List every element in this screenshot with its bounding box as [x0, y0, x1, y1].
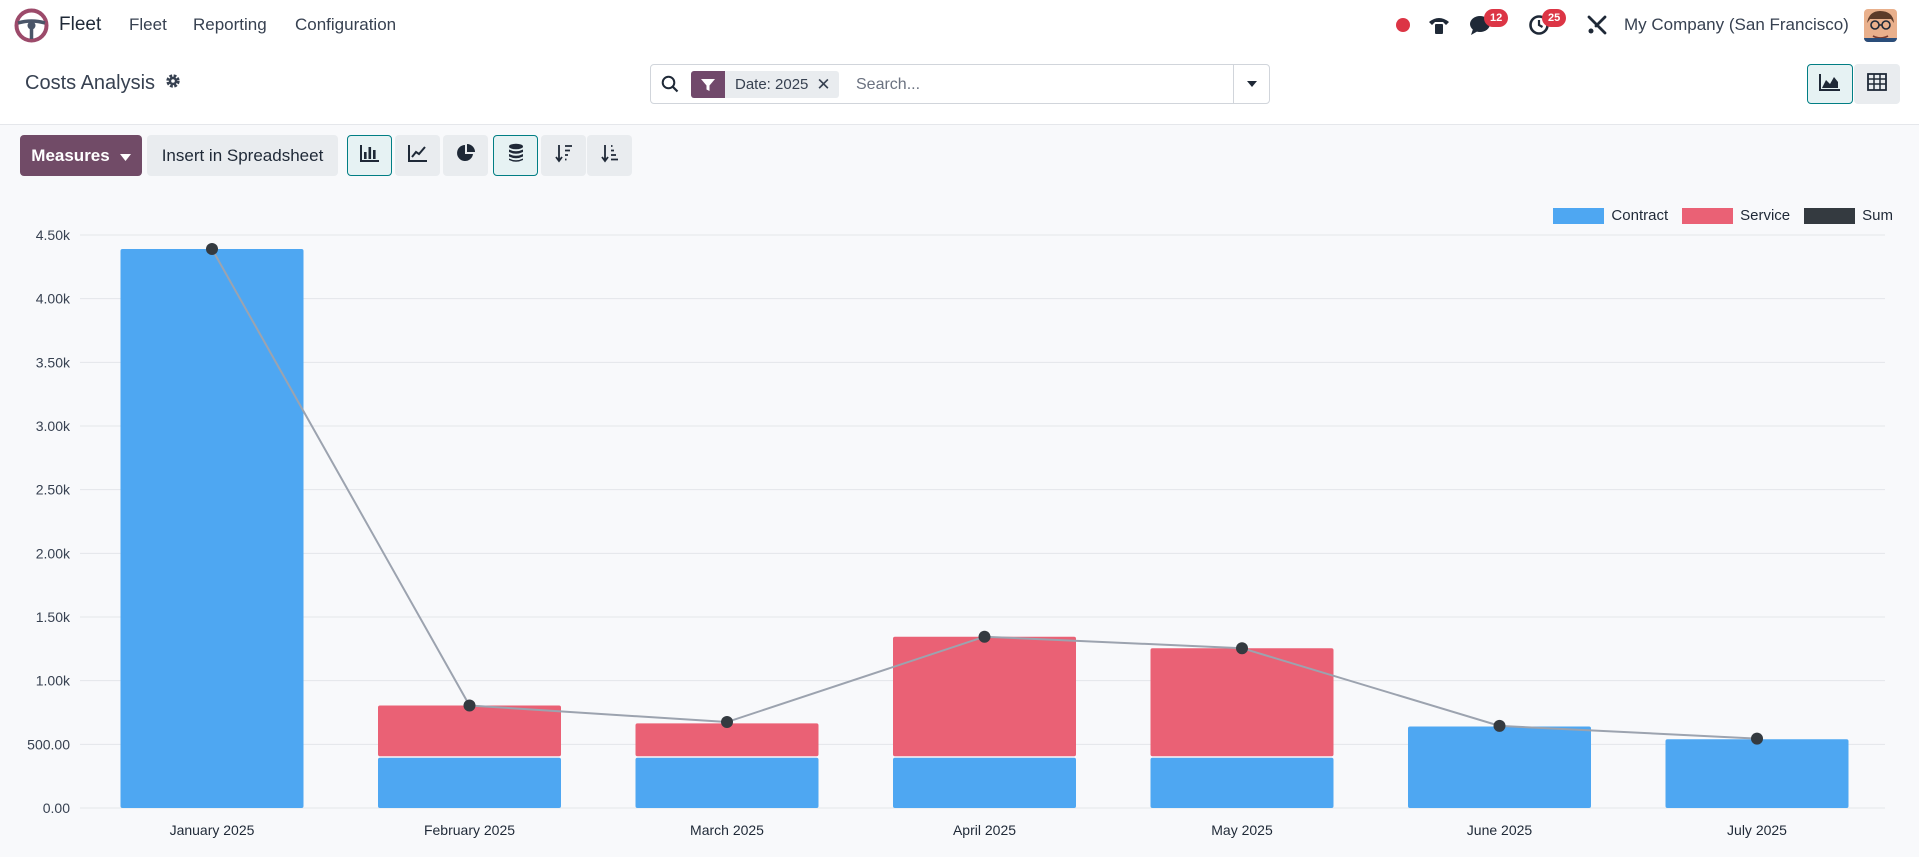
y-tick-label: 1.00k: [36, 673, 71, 689]
phone-icon[interactable]: [1427, 13, 1451, 37]
x-tick-label: May 2025: [1211, 822, 1273, 838]
debug-tools-icon[interactable]: [1586, 13, 1608, 37]
fleet-app-icon[interactable]: [14, 8, 49, 43]
y-tick-label: 1.50k: [36, 609, 71, 625]
remove-facet-button[interactable]: ✕: [816, 75, 838, 95]
x-tick-label: April 2025: [953, 822, 1016, 838]
filter-icon: [691, 71, 725, 98]
activities-count-badge: 25: [1542, 9, 1567, 27]
search-options-toggle[interactable]: [1233, 65, 1269, 103]
y-tick-label: 3.50k: [36, 354, 71, 370]
costs-chart: 0.00 500.00 1.00k 1.50k 2.00k 2.50k 3.00k 3.50k…: [27, 227, 1885, 838]
pivot-view-button[interactable]: [1854, 64, 1900, 104]
x-tick-label: June 2025: [1467, 822, 1533, 838]
y-tick-label: 2.00k: [36, 545, 71, 561]
y-tick-label: 500.00: [27, 736, 70, 752]
bar-contract[interactable]: [893, 757, 1076, 808]
x-tick-label: July 2025: [1727, 822, 1787, 838]
control-panel: Costs Analysis Date: 2025 ✕: [0, 52, 1919, 125]
area-chart-icon: [1819, 73, 1841, 96]
user-avatar[interactable]: [1864, 9, 1897, 42]
y-tick-label: 0.00: [43, 800, 70, 816]
bar-contract[interactable]: [1665, 739, 1849, 808]
x-tick-label: February 2025: [424, 822, 515, 838]
y-tick-label: 2.50k: [36, 482, 71, 498]
company-switcher[interactable]: My Company (San Francisco): [1624, 15, 1849, 35]
bar-contract[interactable]: [378, 757, 561, 808]
filter-facet: Date: 2025 ✕: [691, 71, 839, 98]
sum-point[interactable]: [1236, 642, 1248, 655]
sum-point[interactable]: [206, 243, 218, 256]
graph-main: Measures Insert in Spreadsheet Contract …: [0, 125, 1919, 857]
x-tick-label: March 2025: [690, 822, 764, 838]
messages-count-badge: 12: [1484, 9, 1509, 27]
bar-contract[interactable]: [1408, 726, 1591, 808]
bar-service[interactable]: [635, 723, 819, 757]
graph-view-button[interactable]: [1807, 64, 1853, 104]
breadcrumb: Costs Analysis: [25, 72, 181, 95]
y-tick-label: 4.00k: [36, 291, 71, 307]
sum-point[interactable]: [721, 716, 733, 729]
table-grid-icon: [1867, 72, 1887, 96]
top-navbar: Fleet Fleet Reporting Configuration 12 2…: [0, 0, 1919, 52]
sum-point[interactable]: [978, 630, 991, 643]
search-bar: Date: 2025 ✕: [650, 64, 1270, 104]
search-icon[interactable]: [661, 75, 679, 98]
page-title: Costs Analysis: [25, 72, 156, 94]
bar-contract[interactable]: [120, 249, 304, 809]
menu-reporting[interactable]: Reporting: [193, 15, 267, 35]
filter-facet-label: Date: 2025: [735, 76, 809, 93]
x-tick-label: January 2025: [170, 822, 255, 838]
menu-fleet[interactable]: Fleet: [129, 15, 167, 35]
sum-point[interactable]: [1751, 732, 1763, 745]
record-dot-icon[interactable]: [1395, 13, 1411, 37]
y-tick-label: 4.50k: [36, 227, 71, 243]
bar-contract[interactable]: [635, 757, 819, 808]
app-name[interactable]: Fleet: [59, 14, 101, 36]
bar-service[interactable]: [893, 636, 1076, 757]
bar-contract[interactable]: [1150, 757, 1334, 808]
bar-service[interactable]: [1150, 648, 1334, 757]
gear-icon[interactable]: [165, 72, 181, 95]
y-tick-label: 3.00k: [36, 418, 71, 434]
sum-point[interactable]: [1493, 719, 1506, 732]
menu-configuration[interactable]: Configuration: [295, 15, 396, 35]
bar-service[interactable]: [378, 705, 561, 757]
search-input[interactable]: [856, 73, 1236, 97]
sum-point[interactable]: [463, 699, 476, 712]
